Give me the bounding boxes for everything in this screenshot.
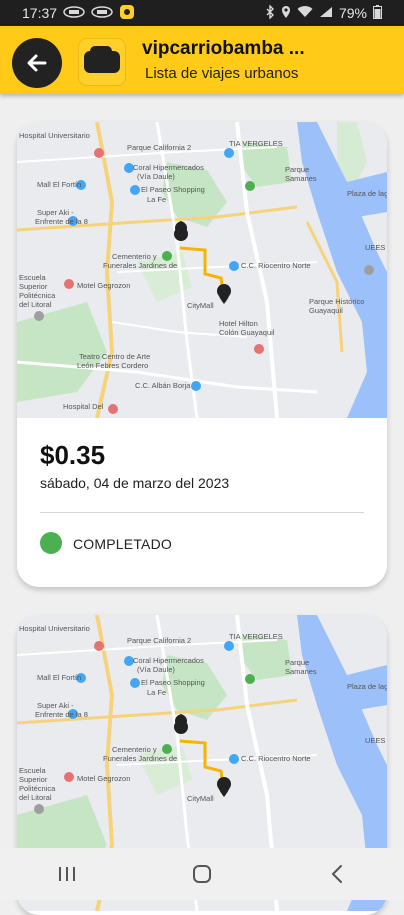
map-label: Parque bbox=[285, 165, 309, 174]
map-label: C.C. Albán Borja bbox=[135, 381, 191, 390]
notification-icon bbox=[63, 5, 85, 21]
trip-date: sábado, 04 de marzo del 2023 bbox=[40, 475, 230, 491]
bluetooth-icon bbox=[265, 3, 275, 22]
battery-icon bbox=[373, 4, 382, 22]
map-label: CityMall bbox=[187, 794, 214, 803]
map-label: Mall El Fortín bbox=[37, 673, 81, 682]
app-logo bbox=[79, 39, 125, 85]
map-label: León Febres Cordero bbox=[77, 361, 148, 370]
back-button[interactable] bbox=[12, 38, 62, 88]
trip-status: COMPLETADO bbox=[73, 536, 172, 552]
map-label: Superior bbox=[19, 775, 48, 784]
map-label: Superior bbox=[19, 282, 48, 291]
map-label: Plaza de lagos bbox=[347, 682, 387, 691]
map-label: Mall El Fortín bbox=[37, 180, 81, 189]
map-label: Hospital Universitario bbox=[19, 624, 90, 633]
map-label: Parque California 2 bbox=[127, 636, 191, 645]
status-bar: 17:37 79% bbox=[0, 0, 404, 26]
map-label: Enfrente de la 8 bbox=[35, 217, 88, 226]
map-label: Colón Guayaquil bbox=[219, 328, 275, 337]
map-label: Super Aki - bbox=[37, 701, 74, 710]
system-nav-bar bbox=[0, 848, 404, 900]
map-label: Hospital Universitario bbox=[19, 131, 90, 140]
map-label: Funerales Jardines de bbox=[103, 261, 177, 270]
divider bbox=[40, 512, 364, 513]
map-label: La Fe bbox=[147, 195, 166, 204]
map-label: (Vía Daule) bbox=[137, 172, 175, 181]
map-label: La Fe bbox=[147, 688, 166, 697]
map-label: Guayaquil bbox=[309, 306, 343, 315]
home-button[interactable] bbox=[172, 854, 232, 894]
recents-icon bbox=[59, 867, 76, 881]
map-label: del Litoral bbox=[19, 300, 52, 309]
battery-percent: 79% bbox=[338, 5, 367, 21]
map-label: Politécnica bbox=[19, 291, 56, 300]
app-subtitle: Lista de viajes urbanos bbox=[145, 65, 299, 82]
map-label: Escuela bbox=[19, 766, 47, 775]
map-label: C.C. Riocentro Norte bbox=[241, 754, 311, 763]
map-label: El Paseo Shopping bbox=[141, 678, 205, 687]
status-dot bbox=[40, 532, 62, 554]
signal-icon bbox=[319, 5, 333, 21]
map-label: Plaza de lagos bbox=[347, 189, 387, 198]
home-icon bbox=[192, 865, 211, 883]
app-title: vipcarriobamba ... bbox=[142, 38, 305, 59]
map-label: Parque bbox=[285, 658, 309, 667]
map-label: UEES bbox=[365, 736, 385, 745]
map-label: Hotel Hilton bbox=[219, 319, 258, 328]
map-label: Enfrente de la 8 bbox=[35, 710, 88, 719]
map-label: CityMall bbox=[187, 301, 214, 310]
recents-button[interactable] bbox=[37, 854, 97, 894]
app-icon bbox=[119, 4, 135, 23]
map-label: TIA VERGELES bbox=[229, 632, 283, 641]
map-label: (Vía Daule) bbox=[137, 665, 175, 674]
map-label: Coral Hipermercados bbox=[133, 163, 204, 172]
back-icon bbox=[331, 865, 342, 883]
map-label: Cementerio y bbox=[112, 252, 157, 261]
map-label: Parque Histórico bbox=[309, 297, 364, 306]
clock: 17:37 bbox=[22, 5, 58, 21]
map-label: Motel Gegrozon bbox=[77, 774, 130, 783]
map-label: Funerales Jardines de bbox=[103, 754, 177, 763]
map-label: UEES bbox=[365, 243, 385, 252]
trip-map: Hospital Universitario Parque California… bbox=[17, 122, 387, 418]
map-label: C.C. Riocentro Norte bbox=[241, 261, 311, 270]
map-label: Teatro Centro de Arte bbox=[79, 352, 150, 361]
notification-icon bbox=[91, 5, 113, 21]
map-label: Escuela bbox=[19, 273, 47, 282]
map-label: Samanes bbox=[285, 667, 317, 676]
map-label: Politécnica bbox=[19, 784, 56, 793]
map-label: Super Aki - bbox=[37, 208, 74, 217]
trip-card[interactable]: Hospital Universitario Parque California… bbox=[17, 122, 387, 587]
app-bar: vipcarriobamba ... Lista de viajes urban… bbox=[0, 26, 404, 94]
map-label: Hospital Del bbox=[63, 402, 104, 411]
arrow-left-icon bbox=[27, 54, 47, 72]
map-label: del Litoral bbox=[19, 793, 52, 802]
location-icon bbox=[281, 5, 291, 22]
map-label: Coral Hipermercados bbox=[133, 656, 204, 665]
wifi-icon bbox=[297, 5, 313, 21]
map-label: TIA VERGELES bbox=[229, 139, 283, 148]
map-label: Samanes bbox=[285, 174, 317, 183]
map-label: Motel Gegrozon bbox=[77, 281, 130, 290]
trip-price: $0.35 bbox=[40, 440, 106, 470]
map-label: Parque California 2 bbox=[127, 143, 191, 152]
back-nav-button[interactable] bbox=[307, 854, 367, 894]
map-label: El Paseo Shopping bbox=[141, 185, 205, 194]
map-label: Cementerio y bbox=[112, 745, 157, 754]
